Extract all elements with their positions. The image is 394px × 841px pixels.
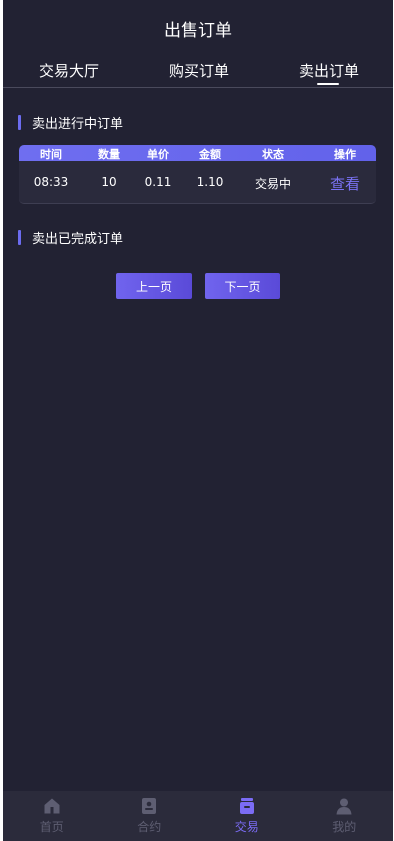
nav-label-profile: 我的	[332, 820, 357, 834]
column-header-status: 状态	[262, 148, 284, 161]
active-tab-indicator	[317, 83, 339, 85]
section-title-in-progress: 卖出进行中订单	[32, 116, 124, 132]
column-header-time: 时间	[40, 148, 62, 161]
nav-label-home: 首页	[39, 820, 64, 834]
user-icon	[336, 798, 352, 815]
orders-table: 时间 数量 单价 金额 状态 操作 08:33 10 0.11 1.10 交易中…	[19, 145, 376, 204]
bottom-nav: 首页 合约 交易 我的	[3, 791, 393, 841]
nav-label-trade: 交易	[234, 820, 259, 834]
order-tabs: 交易大厅 购买订单 卖出订单	[3, 56, 393, 88]
column-header-amount: 金额	[199, 148, 221, 161]
tab-sell-orders[interactable]: 卖出订单	[299, 60, 359, 81]
section-completed: 卖出已完成订单	[18, 229, 124, 247]
nav-item-contract[interactable]: 合约	[101, 791, 199, 841]
next-page-button[interactable]: 下一页	[205, 273, 280, 299]
prev-page-button[interactable]: 上一页	[116, 273, 192, 299]
view-order-link[interactable]: 查看	[330, 173, 360, 194]
section-in-progress: 卖出进行中订单	[18, 114, 124, 132]
section-title-completed: 卖出已完成订单	[32, 231, 124, 247]
section-marker	[18, 114, 21, 130]
column-header-action: 操作	[334, 148, 356, 161]
tab-buy-orders[interactable]: 购买订单	[169, 60, 229, 81]
cell-time: 08:33	[33, 175, 69, 189]
page-title: 出售订单	[164, 20, 232, 41]
contract-icon	[142, 798, 157, 814]
trade-icon	[239, 798, 254, 814]
table-header: 时间 数量 单价 金额 状态 操作	[19, 145, 376, 161]
cell-unit-price: 0.11	[144, 175, 172, 189]
app-screen: 出售订单 交易大厅 购买订单 卖出订单 卖出进行中订单 时间 数量 单价 金额 …	[3, 0, 393, 841]
section-marker	[18, 229, 21, 245]
cell-quantity: 10	[101, 175, 117, 189]
cell-amount: 1.10	[196, 175, 224, 189]
nav-label-contract: 合约	[137, 820, 162, 834]
column-header-quantity: 数量	[98, 148, 120, 161]
header: 出售订单	[3, 0, 393, 56]
nav-item-profile[interactable]: 我的	[296, 791, 394, 841]
nav-item-trade[interactable]: 交易	[198, 791, 296, 841]
nav-item-home[interactable]: 首页	[3, 791, 101, 841]
column-header-unit-price: 单价	[147, 148, 169, 161]
cell-status: 交易中	[254, 177, 292, 191]
tab-trading-hall[interactable]: 交易大厅	[39, 60, 99, 81]
home-icon	[44, 798, 60, 814]
